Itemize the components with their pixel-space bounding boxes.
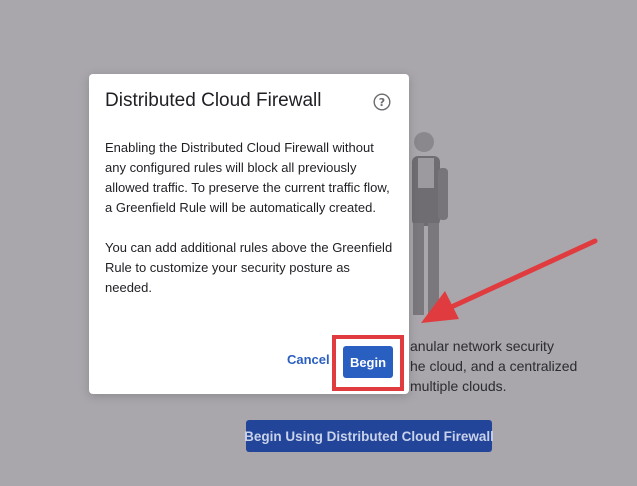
modal-paragraph: Enabling the Distributed Cloud Firewall … xyxy=(105,140,390,215)
red-arrow-annotation xyxy=(421,238,598,323)
begin-using-firewall-button[interactable]: Begin Using Distributed Cloud Firewall xyxy=(244,420,494,452)
modal-title: Distributed Cloud Firewall xyxy=(105,90,322,111)
highlight-box xyxy=(332,335,404,391)
background-description-line: anular network security xyxy=(410,338,554,354)
modal-body: Enabling the Distributed Cloud Firewall … xyxy=(105,138,395,318)
background-description-line: multiple clouds. xyxy=(410,378,507,394)
help-icon[interactable]: ? xyxy=(373,93,391,111)
modal-paragraph: You can add additional rules above the G… xyxy=(105,240,393,295)
svg-text:?: ? xyxy=(379,96,385,109)
background-description-line: he cloud, and a centralized xyxy=(410,358,578,374)
cancel-button[interactable]: Cancel xyxy=(287,352,330,367)
